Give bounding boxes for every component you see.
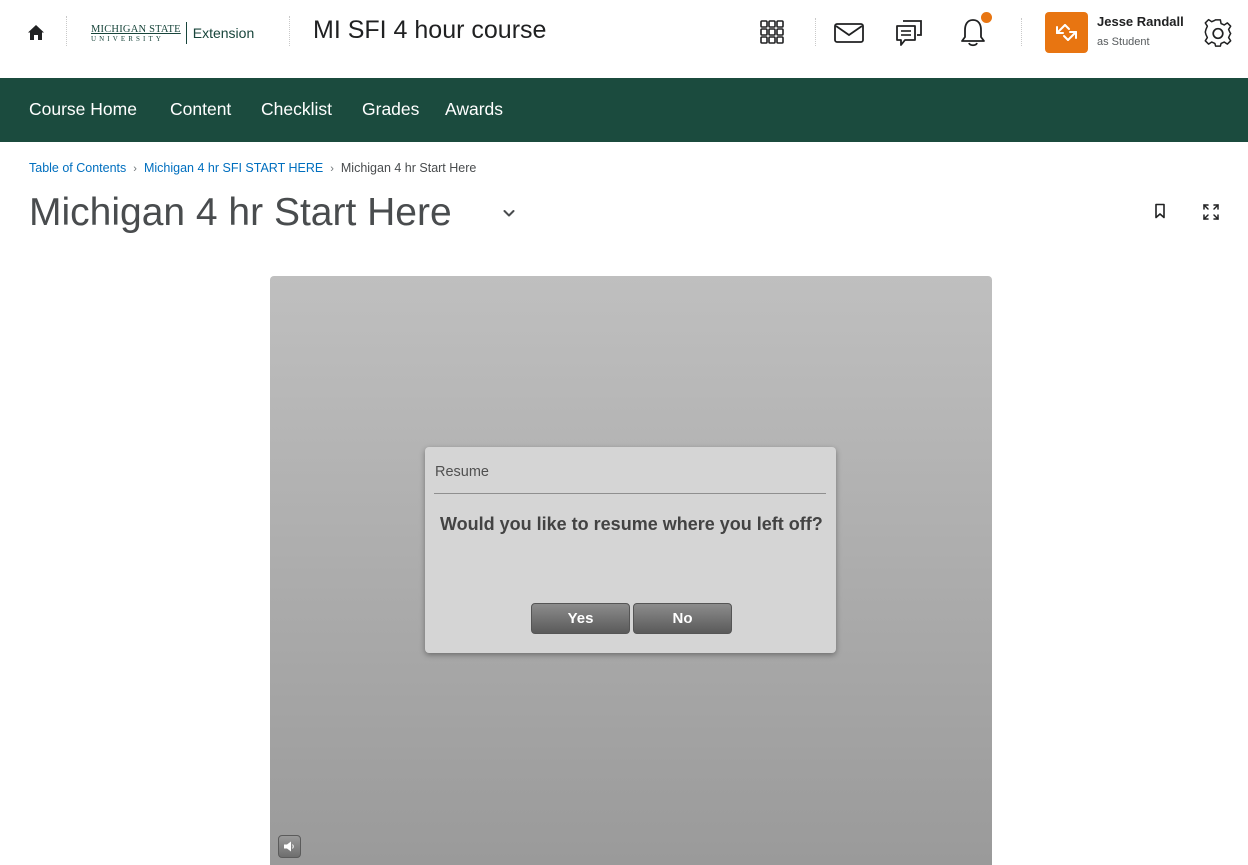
swap-icon [1056,24,1077,41]
logo-line2: UNIVERSITY [91,34,164,43]
breadcrumb: Table of Contents › Michigan 4 hr SFI STAR… [29,161,476,175]
yes-button[interactable]: Yes [531,603,630,634]
user-name[interactable]: Jesse Randall [1097,14,1184,29]
user-role: as Student [1097,36,1150,48]
gear-icon[interactable] [1202,17,1234,49]
nav-item-grades[interactable]: Grades [362,99,419,120]
msu-extension-logo[interactable]: MICHIGAN STATE UNIVERSITY Extension [91,20,254,46]
breadcrumb-chevron-icon: › [330,163,334,175]
course-title[interactable]: MI SFI 4 hour course [313,16,546,45]
nav-item-content[interactable]: Content [170,99,231,120]
home-icon[interactable] [27,24,45,42]
msu-wordmark: MICHIGAN STATE UNIVERSITY [91,24,181,43]
dialog-title: Resume [435,464,489,480]
dialog-divider [434,493,826,494]
breadcrumb-current: Michigan 4 hr Start Here [340,161,477,175]
notification-badge [981,12,992,23]
breadcrumb-link-start-here[interactable]: Michigan 4 hr SFI START HERE [144,161,323,175]
dialog-message: Would you like to resume where you left … [440,514,823,534]
resume-dialog: Resume Would you like to resume where yo… [425,447,836,653]
chat-icon[interactable] [893,17,925,49]
logo-divider [185,22,187,44]
page-title: Michigan 4 hr Start Here [29,191,452,234]
divider [66,16,67,46]
fullscreen-icon[interactable] [1202,203,1220,221]
nav-item-awards[interactable]: Awards [445,99,503,120]
volume-icon [284,841,294,852]
logo-line1: MICHIGAN STATE [91,23,181,35]
nav-item-course-home[interactable]: Course Home [29,99,137,120]
nav-item-checklist[interactable]: Checklist [261,99,332,120]
course-player-frame: Resume Would you like to resume where yo… [270,276,992,865]
logo-extension: Extension [192,25,255,41]
avatar[interactable] [1045,12,1088,53]
volume-button[interactable] [278,835,301,858]
breadcrumb-chevron-icon: › [133,163,137,175]
divider [1021,18,1022,46]
bookmark-icon[interactable] [1154,203,1166,219]
divider [815,18,816,46]
breadcrumb-link-table-of-contents[interactable]: Table of Contents [29,161,126,175]
no-button[interactable]: No [633,603,732,634]
top-bar: MICHIGAN STATE UNIVERSITY Extension MI S… [0,0,1248,78]
course-navbar: Course Home Content Checklist Grades Awa… [0,78,1248,142]
apps-grid-icon[interactable] [758,18,786,46]
chevron-down-icon[interactable] [502,206,516,220]
mail-icon[interactable] [833,21,865,45]
divider [289,16,290,46]
